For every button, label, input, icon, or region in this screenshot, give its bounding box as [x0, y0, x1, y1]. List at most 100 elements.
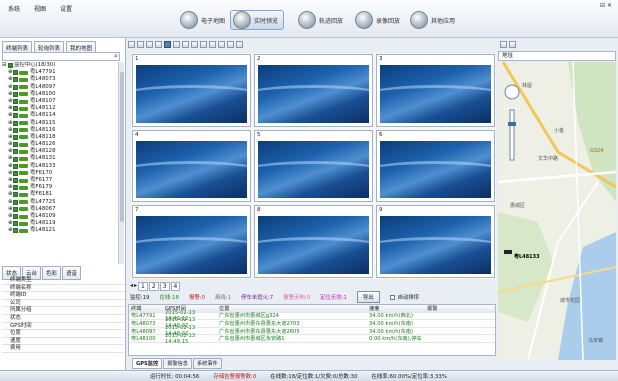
nav-live-preview-button[interactable]: 实时预览	[230, 10, 285, 30]
checkbox[interactable]	[13, 170, 18, 176]
audio-icon[interactable]	[227, 40, 234, 48]
map-layer-icon[interactable]	[509, 40, 516, 48]
checkbox[interactable]	[13, 142, 18, 148]
col-location[interactable]: 位置	[219, 305, 369, 312]
layout-16-icon[interactable]	[173, 40, 180, 48]
checkbox[interactable]	[13, 178, 18, 184]
tab-alarm-info[interactable]: 报警信息	[163, 358, 192, 369]
checkbox[interactable]	[13, 221, 18, 227]
tree-item[interactable]: ⊕ 粤L48073	[2, 76, 120, 83]
tab-gps-monitor[interactable]: GPS监控	[132, 358, 163, 369]
menu-view[interactable]: 视图	[34, 4, 46, 13]
col-alarm[interactable]: 报警	[427, 305, 487, 312]
tree-item[interactable]: ⊕ 粤L47725	[2, 199, 120, 206]
page-tab-4[interactable]: 4	[170, 282, 181, 291]
video-cell[interactable]: 3	[376, 54, 495, 127]
snapshot-icon[interactable]	[200, 40, 207, 48]
checkbox[interactable]	[13, 77, 18, 83]
tree-item[interactable]: ⊕ 粤F6170	[2, 170, 120, 177]
next-icon[interactable]: ▸	[134, 282, 137, 291]
tree-item[interactable]: ⊕ 粤L48126	[2, 141, 120, 148]
checkbox[interactable]	[8, 63, 13, 69]
video-cell[interactable]: 9	[376, 205, 495, 278]
tree-item[interactable]: ⊕ 粤L47791	[2, 69, 120, 76]
checkbox[interactable]	[13, 206, 18, 212]
tree-item[interactable]: ⊕ 粤F6181	[2, 191, 120, 198]
layout-4-icon[interactable]	[137, 40, 144, 48]
nav-track-playback-button[interactable]: 轨迹回放	[298, 10, 343, 30]
tree-item[interactable]: ⊕ 粤L48131	[2, 155, 120, 162]
tree-item[interactable]: ⊕ 粤L48109	[2, 213, 120, 220]
tree-item[interactable]: ⊕ 粤L48116	[2, 127, 120, 134]
checkbox[interactable]	[13, 99, 18, 105]
menu-system[interactable]: 系统	[8, 4, 20, 13]
tab-system-events[interactable]: 系统事件	[192, 358, 222, 369]
video-cell[interactable]: 1	[132, 54, 251, 127]
tree-root[interactable]: ⊟ 监控中心(18/30)	[2, 62, 120, 69]
checkbox[interactable]	[13, 156, 18, 162]
tree-item[interactable]: ⊕ 粤L48112	[2, 105, 120, 112]
page-tab-3[interactable]: 3	[159, 282, 170, 291]
checkbox[interactable]	[13, 228, 18, 234]
map-search-icon[interactable]	[500, 40, 507, 48]
tree-item[interactable]: ⊕ 粤F6177	[2, 177, 120, 184]
tree-item[interactable]: ⊕ 粤L48097	[2, 84, 120, 91]
menu-settings[interactable]: 设置	[60, 4, 72, 13]
map-view[interactable]: 林屋 小金 文华中路 惠城区 粤L48133 城市花园 G324 马安镇	[498, 62, 616, 360]
video-cell[interactable]: 8	[254, 205, 373, 278]
checkbox[interactable]	[13, 214, 18, 220]
tree-item[interactable]: ⊕ 粤L48107	[2, 98, 120, 105]
address-bar[interactable]: 地址	[498, 51, 616, 61]
tree-item[interactable]: ⊕ 粤L48100	[2, 91, 120, 98]
export-button[interactable]: 导出	[356, 291, 380, 303]
tree-item[interactable]: ⊕ 粤L48115	[2, 120, 120, 127]
fullscreen-icon[interactable]	[182, 40, 189, 48]
col-terminal[interactable]: 终端	[129, 305, 165, 312]
checkbox[interactable]	[13, 113, 18, 119]
checkbox[interactable]	[13, 192, 18, 198]
layout-1-icon[interactable]	[128, 40, 135, 48]
nav-video-playback-button[interactable]: 录像回放	[355, 10, 400, 30]
col-speed[interactable]: 速度	[369, 305, 427, 312]
tree-item[interactable]: ⊕ 粤L48121	[2, 227, 120, 234]
nav-map-button[interactable]: 电子地图	[180, 10, 225, 30]
play-icon[interactable]	[209, 40, 216, 48]
prev-icon[interactable]: ◂	[130, 282, 133, 291]
checkbox[interactable]	[13, 134, 18, 140]
video-cell[interactable]: 5	[254, 129, 373, 203]
stop-icon[interactable]	[218, 40, 225, 48]
table-row[interactable]: 粤L48100 2015-02-13 14:49:15 广东省惠州市惠城区永安路1 0…	[129, 333, 495, 345]
video-cell[interactable]: 4	[132, 129, 251, 203]
tree-item[interactable]: ⊕ 粤L48114	[2, 112, 120, 119]
nav-other-apps-button[interactable]: 其他应用	[410, 10, 455, 30]
video-cell[interactable]: 2	[254, 54, 373, 127]
checkbox[interactable]	[13, 127, 18, 133]
checkbox[interactable]	[13, 91, 18, 97]
tree-item[interactable]: ⊕ 粤L48133	[2, 163, 120, 170]
settings-icon[interactable]	[236, 40, 243, 48]
page-tab-2[interactable]: 2	[148, 282, 159, 291]
autosort-checkbox[interactable]	[389, 294, 395, 300]
checkbox[interactable]	[13, 149, 18, 155]
layout-8-icon[interactable]	[155, 40, 162, 48]
checkbox[interactable]	[13, 84, 18, 90]
window-controls[interactable]: ⊟ ✕	[600, 2, 612, 9]
tree-item[interactable]: ⊕ 粤L48119	[2, 220, 120, 227]
search-icon[interactable]: ⌕	[114, 52, 118, 61]
record-icon[interactable]	[191, 40, 198, 48]
checkbox[interactable]	[13, 185, 18, 191]
layout-6-icon[interactable]	[146, 40, 153, 48]
tree-item[interactable]: ⊕ 粤L48118	[2, 134, 120, 141]
checkbox[interactable]	[13, 70, 18, 76]
tree-item[interactable]: ⊕ 粤L48067	[2, 206, 120, 213]
page-tab-1[interactable]: 1	[138, 282, 148, 291]
tree-item[interactable]: ⊕ 粤L48128	[2, 148, 120, 155]
tree-scrollbar[interactable]	[118, 62, 124, 264]
checkbox[interactable]	[13, 106, 18, 112]
checkbox[interactable]	[13, 163, 18, 169]
video-cell[interactable]: 7	[132, 205, 251, 278]
layout-9-icon[interactable]	[164, 40, 171, 48]
video-cell[interactable]: 6	[376, 129, 495, 203]
search-input[interactable]	[2, 52, 120, 61]
checkbox[interactable]	[13, 120, 18, 126]
